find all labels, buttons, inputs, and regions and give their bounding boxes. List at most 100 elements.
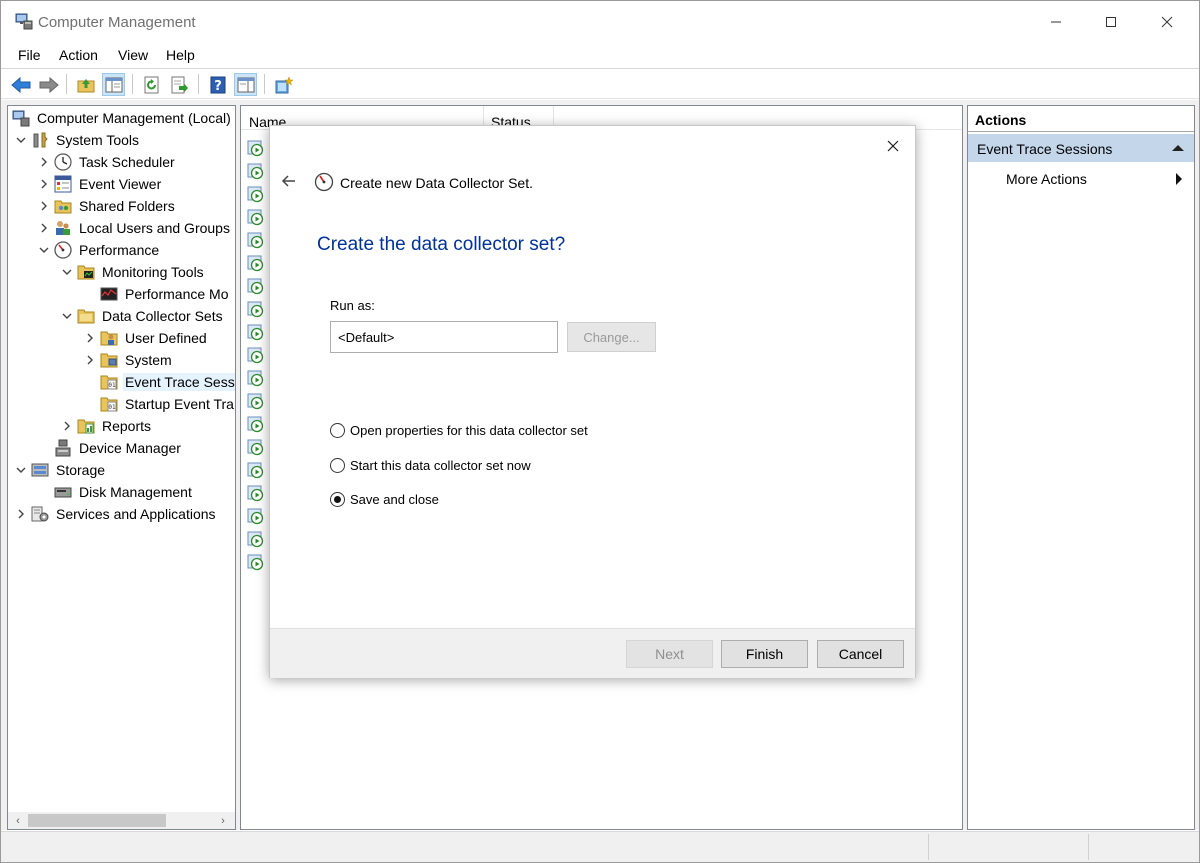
back-button[interactable] (280, 172, 298, 190)
chevron-right-icon[interactable] (37, 177, 51, 191)
disk-management-icon (54, 483, 72, 501)
new-item-button[interactable] (272, 73, 295, 96)
collapse-up-icon[interactable] (1172, 145, 1184, 151)
status-bar-separator (1088, 834, 1089, 860)
tree-item-label: Data Collector Sets (102, 308, 223, 324)
next-button[interactable]: Next (626, 640, 713, 668)
menu-view[interactable]: View (118, 47, 148, 63)
trace-session-icon (247, 231, 265, 249)
radio-button[interactable] (330, 457, 345, 473)
show-hide-console-tree-button[interactable] (102, 73, 125, 96)
chevron-down-icon[interactable] (37, 243, 51, 257)
tree-item-label: Event Viewer (79, 176, 162, 192)
tree-item-performance-monitor[interactable]: Performance Mo (83, 283, 230, 305)
option-label: Save and close (350, 491, 439, 507)
run-as-field[interactable] (330, 321, 558, 353)
actions-section-event-trace-sessions[interactable]: Event Trace Sessions (968, 134, 1194, 162)
tree-item-reports[interactable]: Reports (60, 415, 153, 437)
actions-title: Actions (968, 106, 1194, 132)
more-actions-item[interactable]: More Actions (968, 167, 1194, 191)
clock-icon (54, 153, 72, 171)
radio-button[interactable] (330, 422, 345, 438)
tree-item-label: Services and Applications (56, 506, 216, 522)
export-list-icon (171, 76, 188, 93)
option-label: Open properties for this data collector … (350, 422, 588, 438)
toolbar: ? (1, 68, 1199, 99)
chevron-right-icon[interactable] (83, 331, 97, 345)
radio-button-selected[interactable] (330, 491, 345, 507)
tree-item-device-manager[interactable]: Device Manager (37, 437, 183, 459)
tree-item-label: System (125, 352, 172, 368)
chevron-right-icon[interactable] (14, 507, 28, 521)
tree-item-label: Computer Management (Local) (37, 110, 231, 126)
tree-item-event-trace-sessions[interactable]: 01 Event Trace Sessi (83, 371, 235, 393)
tree-item-performance[interactable]: Performance (37, 239, 161, 261)
tree-item-system-tools[interactable]: System Tools (14, 129, 141, 151)
tree-item-storage[interactable]: Storage (14, 459, 107, 481)
toolbar-separator (132, 74, 133, 94)
trace-session-icon (247, 162, 265, 180)
option-save-and-close[interactable]: Save and close (330, 489, 439, 509)
scroll-left-icon[interactable]: ‹ (11, 813, 25, 828)
back-button[interactable] (9, 73, 32, 96)
close-icon (887, 140, 899, 152)
chevron-right-icon[interactable] (37, 155, 51, 169)
option-start-now[interactable]: Start this data collector set now (330, 455, 531, 475)
chevron-right-icon[interactable] (60, 419, 74, 433)
more-actions-label: More Actions (1006, 171, 1087, 187)
create-data-collector-set-dialog: Create new Data Collector Set. Create th… (269, 125, 916, 678)
chevron-right-icon[interactable] (83, 353, 97, 367)
dialog-close-button[interactable] (881, 134, 905, 158)
change-button[interactable]: Change... (567, 322, 656, 352)
finish-button[interactable]: Finish (721, 640, 808, 668)
menu-file[interactable]: File (18, 47, 41, 63)
cancel-button[interactable]: Cancel (817, 640, 904, 668)
tree-item-event-viewer[interactable]: Event Viewer (37, 173, 163, 195)
menu-action[interactable]: Action (59, 47, 98, 63)
menu-help[interactable]: Help (166, 47, 195, 63)
reports-folder-icon (77, 417, 95, 435)
tree-item-shared-folders[interactable]: Shared Folders (37, 195, 177, 217)
up-one-level-button[interactable] (74, 73, 97, 96)
tree-item-data-collector-sets[interactable]: Data Collector Sets (60, 305, 225, 327)
maximize-button[interactable] (1088, 1, 1134, 43)
chevron-down-icon[interactable] (60, 265, 74, 279)
svg-text:?: ? (214, 79, 222, 94)
chevron-right-icon[interactable] (37, 199, 51, 213)
tree-item-local-users-and-groups[interactable]: Local Users and Groups (37, 217, 232, 239)
device-manager-icon (54, 439, 72, 457)
tree-item-task-scheduler[interactable]: Task Scheduler (37, 151, 177, 173)
minimize-button[interactable] (1033, 1, 1079, 43)
show-hide-action-pane-button[interactable] (234, 73, 257, 96)
chevron-down-icon[interactable] (60, 309, 74, 323)
tree-item-label: User Defined (125, 330, 207, 346)
startup-trace-folder-icon: 01 (100, 395, 118, 413)
computer-management-app-icon (15, 12, 33, 30)
tree-item-system[interactable]: System (83, 349, 174, 371)
tree-item-computer-management-local[interactable]: Computer Management (Local) (12, 107, 233, 129)
chevron-down-icon[interactable] (14, 133, 28, 147)
chevron-down-icon[interactable] (14, 463, 28, 477)
chevron-right-icon[interactable] (37, 221, 51, 235)
export-list-button[interactable] (168, 73, 191, 96)
option-open-properties[interactable]: Open properties for this data collector … (330, 420, 588, 440)
close-window-button[interactable] (1144, 1, 1190, 43)
scroll-right-icon[interactable]: › (216, 813, 230, 828)
trace-session-icon (247, 277, 265, 295)
tree-item-monitoring-tools[interactable]: Monitoring Tools (60, 261, 206, 283)
refresh-button[interactable] (140, 73, 163, 96)
help-icon: ? (210, 76, 225, 94)
tree-item-label: Shared Folders (79, 198, 175, 214)
horizontal-scrollbar[interactable]: ‹ › (8, 812, 235, 829)
tree-item-startup-event-trace-sessions[interactable]: 01 Startup Event Tra (83, 393, 235, 415)
tree-item-user-defined[interactable]: User Defined (83, 327, 209, 349)
forward-button[interactable] (37, 73, 60, 96)
trace-session-icon (247, 185, 265, 203)
scrollbar-thumb[interactable] (28, 814, 166, 827)
tree-item-label: Disk Management (79, 484, 192, 500)
tree-item-disk-management[interactable]: Disk Management (37, 481, 194, 503)
tree-item-services-and-applications[interactable]: Services and Applications (14, 503, 218, 525)
console-tree[interactable]: Computer Management (Local) System Tools… (7, 105, 236, 830)
help-button[interactable]: ? (206, 73, 229, 96)
